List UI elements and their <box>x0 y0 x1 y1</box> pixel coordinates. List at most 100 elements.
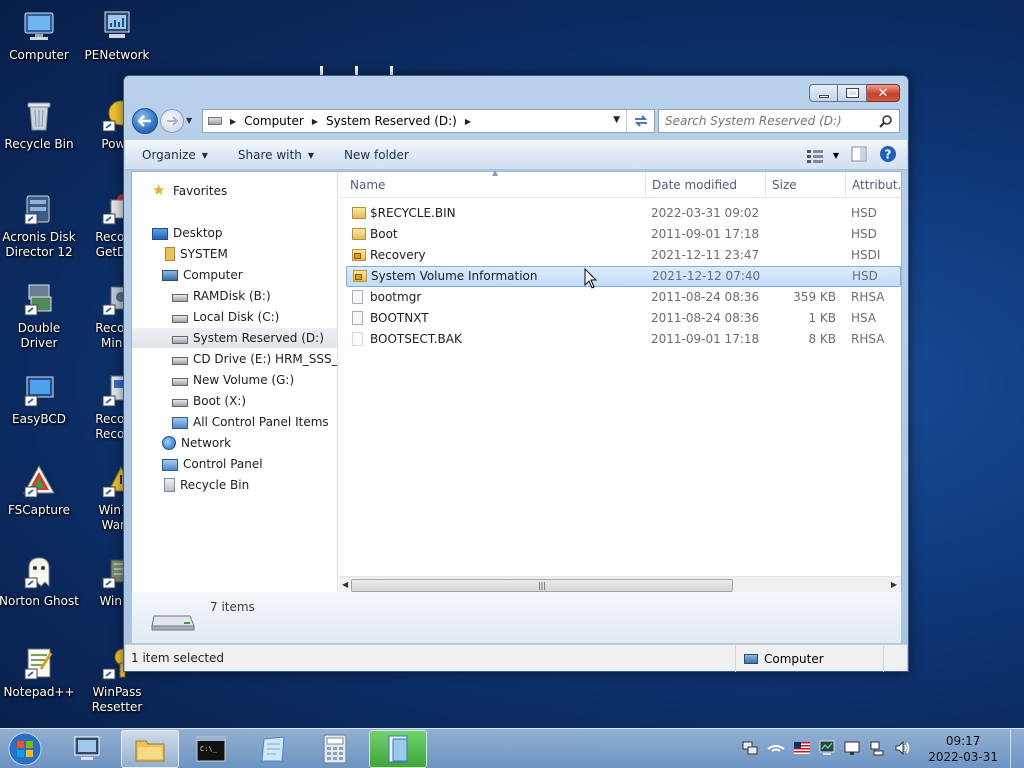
breadcrumb-system-reserved[interactable]: System Reserved (D:) <box>326 110 457 132</box>
scroll-right-icon[interactable]: ▶ <box>891 580 897 589</box>
start-button[interactable] <box>5 731 45 767</box>
forward-button[interactable] <box>160 109 184 133</box>
nav-desktop[interactable]: Desktop <box>152 223 223 243</box>
nav-drive-new-volume-g[interactable]: New Volume (G:) <box>172 370 294 390</box>
nav-all-control-panel-items[interactable]: All Control Panel Items <box>172 412 329 432</box>
nav-drive-cd-e[interactable]: CD Drive (E:) HRM_SSS_X64 <box>172 349 337 369</box>
breadcrumb-computer[interactable]: Computer <box>244 110 304 132</box>
desktop-icon-label: FSCapture <box>7 503 71 517</box>
address-bar[interactable]: ▶ Computer ▶ System Reserved (D:) ▶ ▼ <box>202 109 655 133</box>
nav-drive-label: Boot (X:) <box>193 394 247 408</box>
chevron-right-icon[interactable]: ▶ <box>465 117 471 126</box>
file-row-selected[interactable]: System Volume Information 2021-12-12 07:… <box>346 266 901 287</box>
help-button[interactable]: ? <box>879 145 897 166</box>
monitor-tool-icon[interactable] <box>819 740 835 756</box>
column-header-date[interactable]: Date modified <box>652 178 737 192</box>
share-with-button[interactable]: Share with ▼ <box>220 141 326 169</box>
column-divider[interactable] <box>845 172 846 198</box>
column-divider[interactable] <box>645 172 646 198</box>
show-desktop-button[interactable] <box>1010 729 1024 768</box>
taskbar-app-network-tool[interactable] <box>58 730 116 768</box>
wireless-icon[interactable] <box>767 741 785 755</box>
column-header-name[interactable]: Name <box>350 178 385 192</box>
preview-pane-button[interactable] <box>851 146 867 165</box>
nav-system[interactable]: SYSTEM <box>162 244 228 264</box>
change-view-button[interactable]: ▼ <box>806 149 839 163</box>
minimize-button[interactable] <box>809 84 838 102</box>
nav-network[interactable]: Network <box>162 433 231 453</box>
close-button[interactable]: ✕ <box>867 84 900 102</box>
nav-system-label: SYSTEM <box>180 247 228 261</box>
maximize-button[interactable] <box>838 84 867 102</box>
file-attributes: HSA <box>851 311 877 325</box>
nav-drive-local-c[interactable]: Local Disk (C:) <box>172 307 279 327</box>
desktop-icon-acronis[interactable]: Acronis Disk Director 12 <box>0 190 80 260</box>
refresh-button[interactable] <box>626 110 654 132</box>
sort-ascending-icon: ▲ <box>492 168 499 177</box>
location-status: Computer <box>735 645 824 672</box>
file-row[interactable]: Recovery 2021-12-11 23:47 HSDI <box>348 245 901 266</box>
nav-drive-system-reserved[interactable]: System Reserved (D:) <box>132 328 337 348</box>
file-row[interactable]: Boot 2011-09-01 17:18 HSD <box>348 224 901 245</box>
boot-editor-icon <box>21 372 57 408</box>
svg-text:?: ? <box>885 148 892 162</box>
file-row[interactable]: bootmgr 2011-08-24 08:36 359 KB RHSA <box>348 287 901 308</box>
lock-icon <box>354 253 361 259</box>
taskbar-app-command-prompt[interactable]: C:\_ <box>182 730 240 768</box>
file-row[interactable]: BOOTNXT 2011-08-24 08:36 1 KB HSA <box>348 308 901 329</box>
scroll-thumb[interactable]: ||| <box>351 579 733 592</box>
column-divider[interactable] <box>765 172 766 198</box>
nav-favorites[interactable]: ★ Favorites <box>152 181 227 201</box>
taskbar-app-explorer[interactable] <box>121 730 179 768</box>
nav-drive-ramdisk[interactable]: RAMDisk (B:) <box>172 286 271 306</box>
desktop-icon-label: Computer <box>9 48 69 62</box>
nav-recycle-bin[interactable]: Recycle Bin <box>162 475 249 495</box>
file-row[interactable]: $RECYCLE.BIN 2022-03-31 09:02 HSD <box>348 203 901 224</box>
display-icon[interactable] <box>844 740 860 756</box>
nav-drive-label: Local Disk (C:) <box>193 310 280 324</box>
nav-drive-label: RAMDisk (B:) <box>193 289 271 303</box>
clock-date: 2022-03-31 <box>928 750 998 764</box>
search-box[interactable] <box>658 109 900 133</box>
nav-computer[interactable]: Computer <box>162 265 243 285</box>
resize-grip[interactable] <box>883 645 905 672</box>
nav-drive-label: All Control Panel Items <box>193 415 329 429</box>
column-header-size[interactable]: Size <box>772 178 797 192</box>
search-input[interactable] <box>665 114 875 128</box>
command-prompt-icon: C:\_ <box>196 736 226 762</box>
maximize-icon <box>845 88 859 98</box>
volume-icon[interactable] <box>894 740 912 756</box>
desktop-icon-notepadpp[interactable]: Notepad++ <box>0 645 80 700</box>
chevron-right-icon[interactable]: ▶ <box>230 117 236 126</box>
us-flag-icon[interactable] <box>794 742 810 754</box>
network-connection-icon[interactable] <box>742 740 758 756</box>
nav-drive-boot-x[interactable]: Boot (X:) <box>172 391 246 411</box>
chevron-down-icon: ▼ <box>307 150 314 160</box>
chevron-right-icon[interactable]: ▶ <box>312 117 318 126</box>
nav-control-panel[interactable]: Control Panel <box>162 454 263 474</box>
help-icon: ? <box>880 146 896 162</box>
organize-button[interactable]: Organize ▼ <box>125 141 220 169</box>
desktop-icon-norton-ghost[interactable]: Norton Ghost <box>0 554 80 609</box>
file-date: 2011-09-01 17:18 <box>651 332 760 346</box>
recent-pages-dropdown[interactable]: ▼ <box>186 116 196 126</box>
file-row[interactable]: BOOTSECT.BAK 2011-09-01 17:18 8 KB RHSA <box>348 329 901 350</box>
taskbar-app-calculator[interactable] <box>306 730 364 768</box>
system-clock[interactable]: 09:17 2022-03-31 <box>928 733 998 765</box>
column-header-attributes[interactable]: Attribut. <box>852 178 901 192</box>
new-folder-button[interactable]: New folder <box>326 141 421 169</box>
desktop-icon-fscapture[interactable]: FSCapture <box>0 463 80 518</box>
horizontal-scrollbar[interactable]: ◀ ||| ▶ <box>339 576 901 593</box>
taskbar-app-file-manager[interactable] <box>369 730 427 768</box>
scroll-left-icon[interactable]: ◀ <box>342 580 348 589</box>
desktop-icon-recycle-bin[interactable]: Recycle Bin <box>0 97 80 152</box>
desktop-icon-penetwork[interactable]: PENetwork <box>76 8 158 63</box>
file-attributes: RHSA <box>851 290 885 304</box>
chevron-down-icon[interactable]: ▼ <box>613 115 620 125</box>
taskbar-app-notepad[interactable] <box>244 730 302 768</box>
network-status-icon[interactable] <box>869 740 885 756</box>
desktop-icon-double-driver[interactable]: Double Driver <box>0 281 80 351</box>
desktop-icon-easybcd[interactable]: EasyBCD <box>0 372 80 427</box>
desktop-icon-computer[interactable]: Computer <box>0 8 80 63</box>
back-button[interactable] <box>132 108 158 134</box>
